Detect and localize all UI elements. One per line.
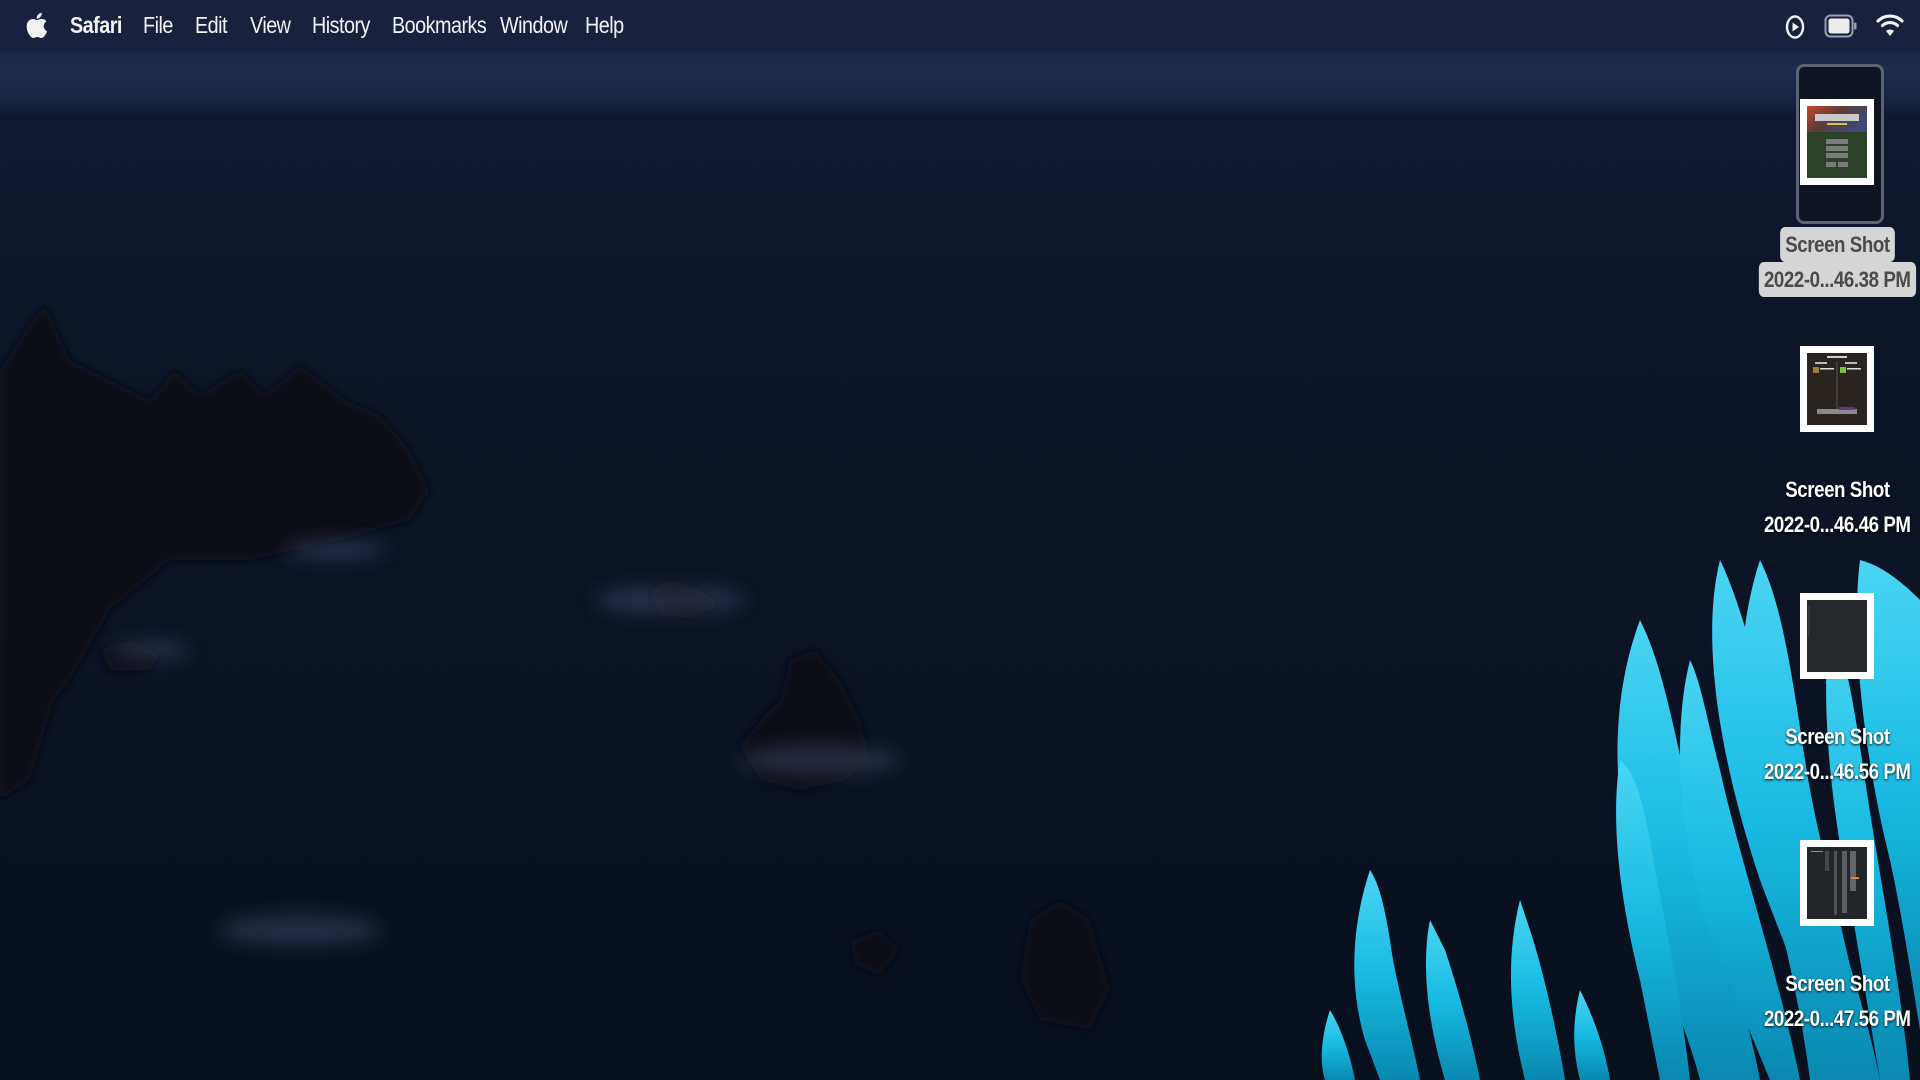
file-name-line1: Screen Shot xyxy=(1784,724,1890,749)
menu-edit[interactable]: Edit xyxy=(195,12,228,39)
menu-history[interactable]: History xyxy=(312,12,370,39)
desktop-file-screenshot-1[interactable]: Screen Shot 2022-0...46.38 PM xyxy=(1758,63,1916,298)
file-name-line1: Screen Shot xyxy=(1779,227,1895,262)
file-thumbnail xyxy=(1800,346,1874,432)
menu-bookmarks[interactable]: Bookmarks xyxy=(392,12,487,39)
wallpaper-scene xyxy=(0,305,1920,1080)
minecraft-title-thumbnail-icon xyxy=(1807,106,1867,178)
file-name-line1: Screen Shot xyxy=(1784,971,1890,996)
menu-bar: Safari File Edit View History Bookmarks … xyxy=(0,0,1920,52)
file-name-line2: 2022-0...47.56 PM xyxy=(1763,1006,1911,1031)
battery-icon[interactable] xyxy=(1824,14,1858,38)
file-name-line2: 2022-0...46.38 PM xyxy=(1758,262,1916,297)
desktop-file-screenshot-2[interactable]: Screen Shot 2022-0...46.46 PM xyxy=(1762,340,1912,545)
file-label: Screen Shot 2022-0...46.38 PM xyxy=(1737,227,1920,297)
menu-view[interactable]: View xyxy=(250,12,291,39)
dark-screen-thumbnail-icon xyxy=(1807,600,1867,672)
file-label: Screen Shot 2022-0...47.56 PM xyxy=(1737,966,1920,1036)
wifi-icon[interactable] xyxy=(1876,12,1904,38)
file-label: Screen Shot 2022-0...46.56 PM xyxy=(1737,719,1920,789)
desktop-wallpaper xyxy=(0,0,1920,1080)
file-thumbnail xyxy=(1800,840,1874,926)
file-label: Screen Shot 2022-0...46.46 PM xyxy=(1737,472,1920,542)
menu-app-safari[interactable]: Safari xyxy=(70,12,122,39)
minecraft-menu-thumbnail-icon xyxy=(1807,353,1867,425)
desktop-file-screenshot-3[interactable]: Screen Shot 2022-0...46.56 PM xyxy=(1762,587,1912,792)
file-thumbnail xyxy=(1800,99,1874,185)
file-thumbnail xyxy=(1800,593,1874,679)
file-name-line2: 2022-0...46.56 PM xyxy=(1763,759,1911,784)
file-name-line2: 2022-0...46.46 PM xyxy=(1763,512,1911,537)
file-name-line1: Screen Shot xyxy=(1784,477,1890,502)
menu-window[interactable]: Window xyxy=(500,12,568,39)
terminal-thumbnail-icon xyxy=(1807,847,1867,919)
desktop-file-screenshot-4[interactable]: Screen Shot 2022-0...47.56 PM xyxy=(1762,834,1912,1039)
apple-logo-icon[interactable] xyxy=(24,9,48,41)
menu-help[interactable]: Help xyxy=(585,12,624,39)
rock-formations xyxy=(0,305,1110,1030)
menu-file[interactable]: File xyxy=(143,12,173,39)
play-circle-icon[interactable] xyxy=(1785,14,1805,40)
